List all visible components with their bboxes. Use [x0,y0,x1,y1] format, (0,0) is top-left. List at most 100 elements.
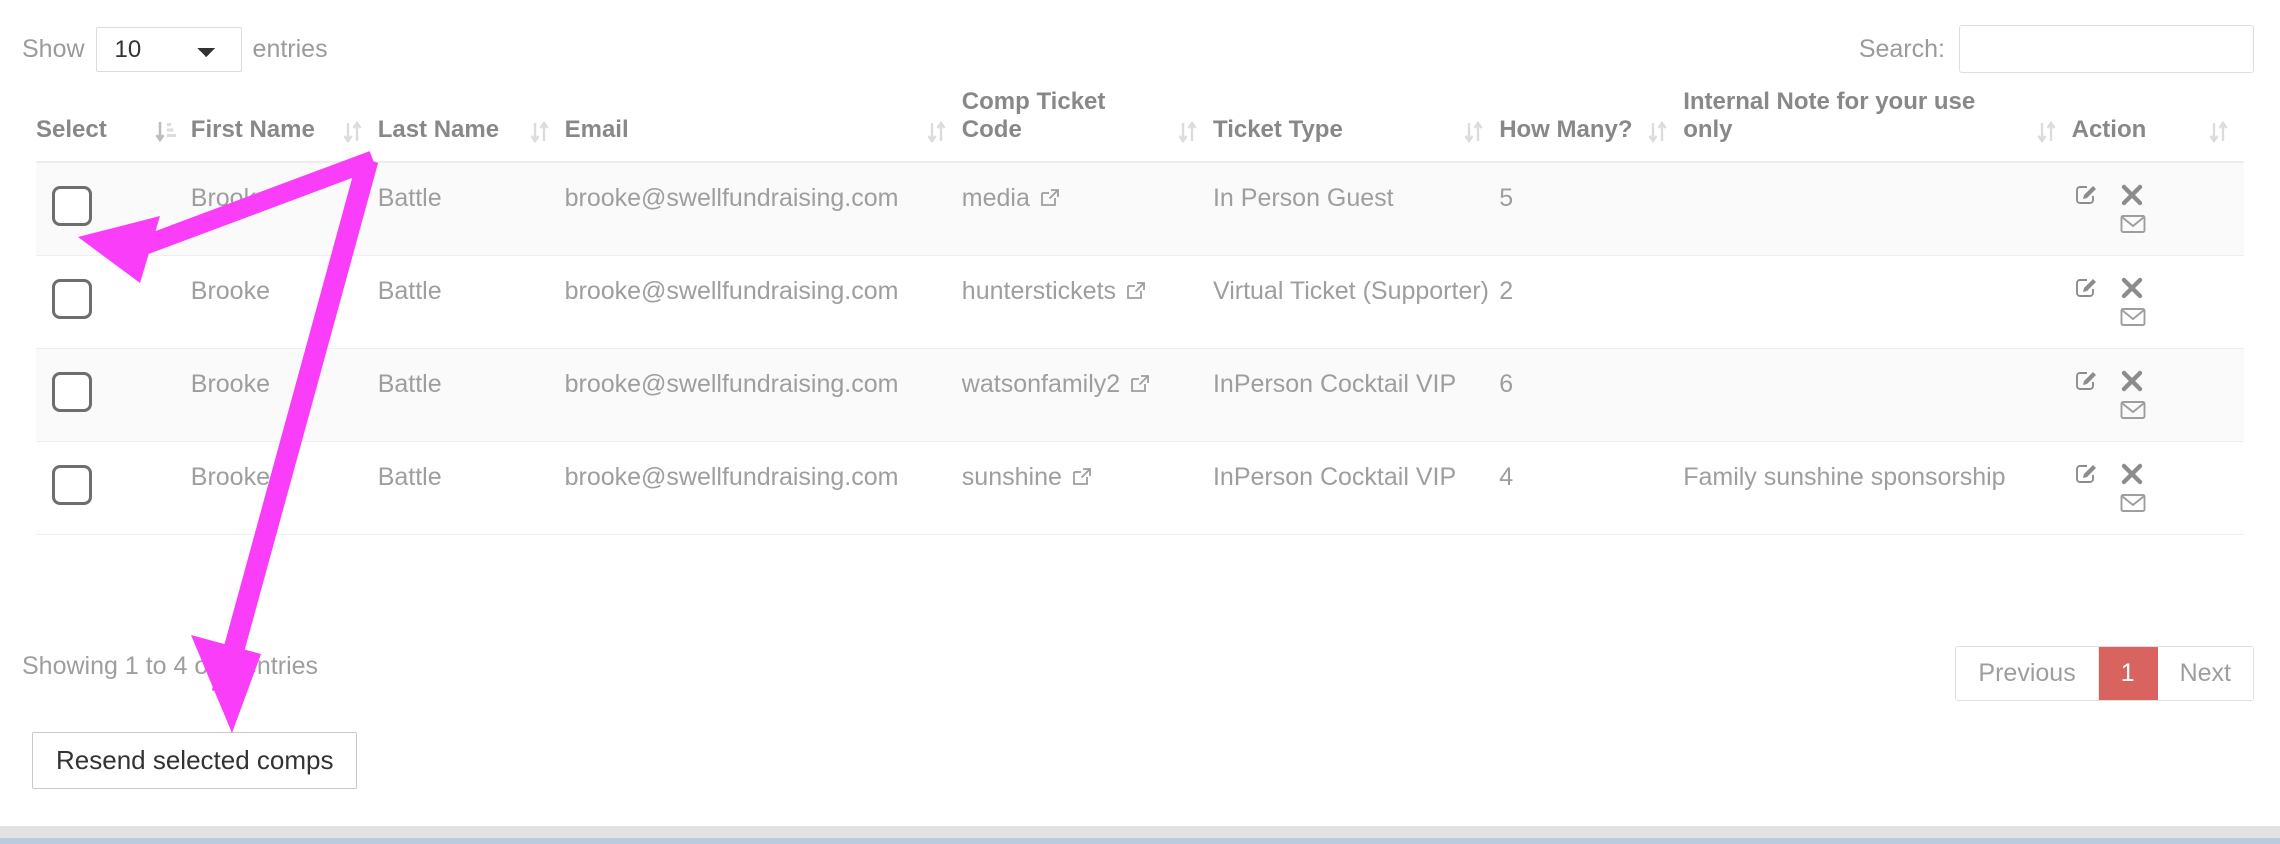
resend-selected-comps-button[interactable]: Resend selected comps [32,732,357,789]
delete-icon[interactable] [2120,462,2144,486]
cell-internal-note [1683,348,2071,441]
cell-how-many: 6 [1499,348,1683,441]
column-label: Ticket Type [1213,116,1343,144]
edit-icon[interactable] [2074,276,2098,300]
column-label: How Many? [1499,116,1632,144]
page-length-select[interactable]: 10 [96,27,242,72]
show-label: Show [22,35,85,64]
comp-tickets-page: Show 10 entries Search: Select [0,0,2280,844]
column-header-ticket-type[interactable]: Ticket Type [1213,88,1499,162]
table-info: Showing 1 to 4 of 4 entries [22,652,318,681]
cell-ticket-type: Virtual Ticket (Supporter) [1213,255,1499,348]
cell-action [2072,348,2244,441]
sort-icon[interactable] [1647,119,1669,145]
column-label: Last Name [378,116,499,144]
cell-internal-note [1683,162,2071,256]
pagination-page-1[interactable]: 1 [2099,647,2158,700]
pagination: Previous 1 Next [1955,646,2254,701]
comp-ticket-code-link[interactable]: watsonfamily2 [962,369,1120,400]
email-icon[interactable] [2120,306,2146,328]
cell-comp-ticket-code: watsonfamily2 [962,348,1213,441]
cell-action [2072,441,2244,534]
comp-ticket-code-link[interactable]: hunterstickets [962,276,1116,307]
cell-internal-note [1683,255,2071,348]
cell-first-name: Brooke [191,348,378,441]
cell-select [36,441,191,534]
table-body: Brooke Battle brooke@swellfundraising.co… [36,162,2244,535]
cell-select [36,348,191,441]
footer-strip-blue [0,838,2280,844]
cell-how-many: 4 [1499,441,1683,534]
column-label: Select [36,116,107,144]
column-header-action[interactable]: Action [2072,88,2244,162]
datatable-controls: Show 10 entries Search: [0,0,2280,92]
column-label: Action [2072,116,2147,144]
email-icon[interactable] [2120,213,2146,235]
column-label: Comp Ticket Code [962,88,1167,145]
cell-comp-ticket-code: hunterstickets [962,255,1213,348]
column-header-internal-note[interactable]: Internal Note for your use only [1683,88,2071,162]
table-header-row: Select First Name [36,88,2244,162]
cell-ticket-type: InPerson Cocktail VIP [1213,348,1499,441]
email-icon[interactable] [2120,492,2146,514]
sort-icon[interactable] [1177,119,1199,145]
sort-icon[interactable] [342,119,364,145]
search-input[interactable] [1959,25,2254,73]
sort-icon[interactable] [1463,119,1485,145]
table-row: Brooke Battle brooke@swellfundraising.co… [36,255,2244,348]
sort-icon[interactable] [2036,119,2058,145]
entries-label: entries [253,35,328,64]
cell-action [2072,255,2244,348]
column-header-last-name[interactable]: Last Name [378,88,565,162]
column-header-email[interactable]: Email [565,88,962,162]
column-header-first-name[interactable]: First Name [191,88,378,162]
row-select-checkbox[interactable] [52,372,92,412]
cell-how-many: 2 [1499,255,1683,348]
cell-email: brooke@swellfundraising.com [565,441,962,534]
external-link-icon[interactable] [1039,186,1061,217]
sort-icon[interactable] [529,119,551,145]
sort-icon[interactable] [2208,119,2230,145]
pagination-next[interactable]: Next [2158,647,2253,700]
cell-last-name: Battle [378,441,565,534]
delete-icon[interactable] [2120,183,2144,207]
search-control: Search: [1859,25,2254,73]
pagination-previous[interactable]: Previous [1956,647,2098,700]
edit-icon[interactable] [2074,183,2098,207]
edit-icon[interactable] [2074,462,2098,486]
cell-email: brooke@swellfundraising.com [565,255,962,348]
column-header-comp-ticket-code[interactable]: Comp Ticket Code [962,88,1213,162]
cell-first-name: Brooke [191,441,378,534]
external-link-icon[interactable] [1071,465,1093,496]
column-header-how-many[interactable]: How Many? [1499,88,1683,162]
delete-icon[interactable] [2120,369,2144,393]
sort-icon[interactable] [926,119,948,145]
column-label: First Name [191,116,315,144]
comp-ticket-code-link[interactable]: sunshine [962,462,1062,493]
cell-last-name: Battle [378,162,565,256]
comp-ticket-code-link[interactable]: media [962,183,1030,214]
footer-strip-gray [0,826,2280,838]
column-label: Internal Note for your use only [1683,88,2025,145]
edit-icon[interactable] [2074,369,2098,393]
cell-last-name: Battle [378,348,565,441]
cell-email: brooke@swellfundraising.com [565,348,962,441]
email-icon[interactable] [2120,399,2146,421]
row-select-checkbox[interactable] [52,186,92,226]
column-label: Email [565,116,629,144]
external-link-icon[interactable] [1125,279,1147,310]
cell-action [2072,162,2244,256]
sort-amount-down-icon[interactable] [155,119,177,145]
external-link-icon[interactable] [1129,372,1151,403]
table-row: Brooke Battle brooke@swellfundraising.co… [36,348,2244,441]
delete-icon[interactable] [2120,276,2144,300]
cell-email: brooke@swellfundraising.com [565,162,962,256]
column-header-select[interactable]: Select [36,88,191,162]
page-length-control: Show 10 entries [22,27,328,72]
cell-comp-ticket-code: sunshine [962,441,1213,534]
table-row: Brooke Battle brooke@swellfundraising.co… [36,441,2244,534]
cell-comp-ticket-code: media [962,162,1213,256]
cell-select [36,255,191,348]
row-select-checkbox[interactable] [52,465,92,505]
row-select-checkbox[interactable] [52,279,92,319]
